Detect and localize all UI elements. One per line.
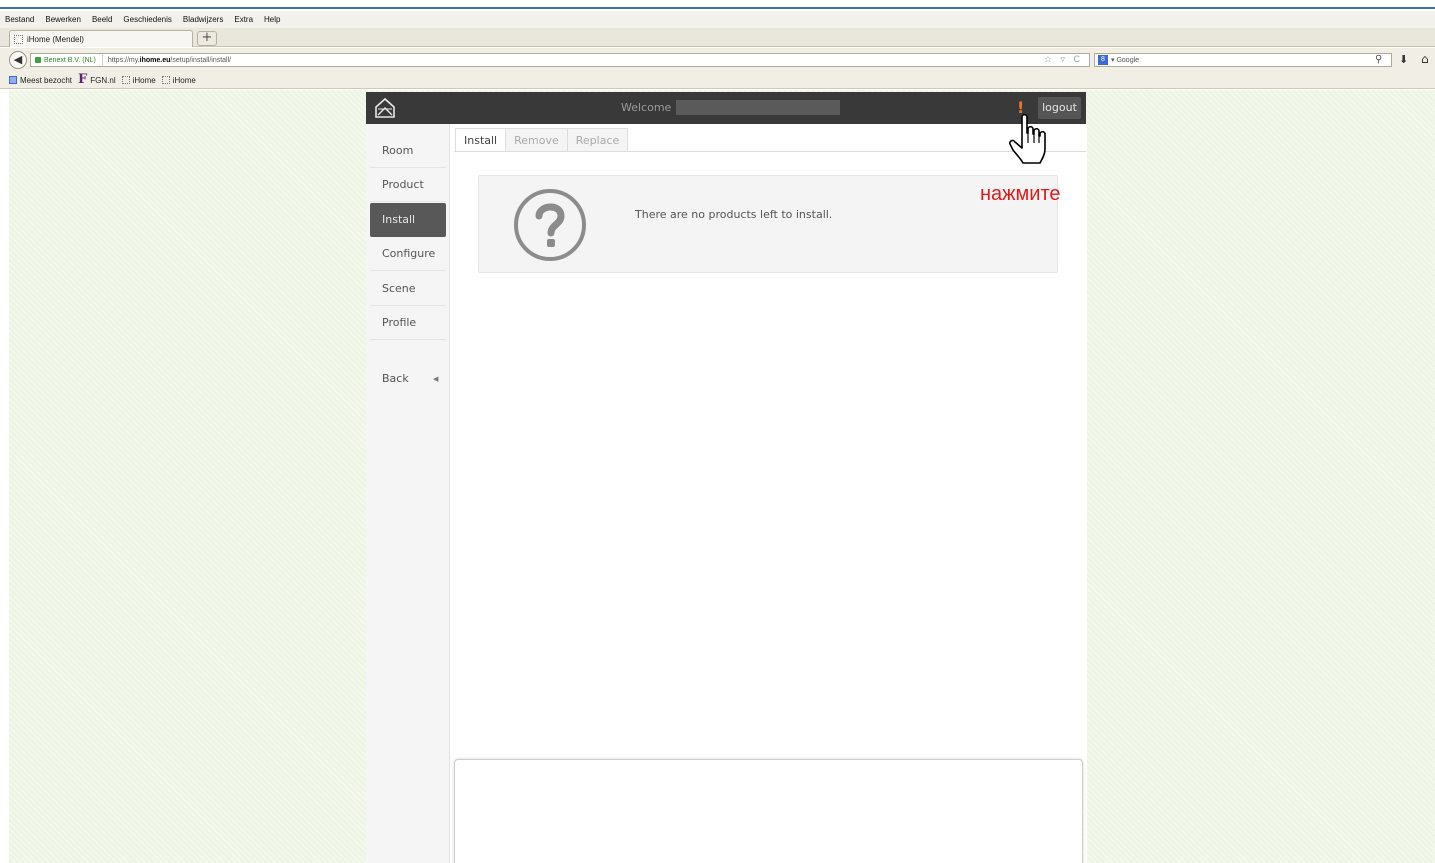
bookmark-fgn[interactable]: F FGN.nl (78, 72, 116, 87)
bookmark-folder-icon (9, 76, 17, 84)
menu-geschiedenis[interactable]: Geschiedenis (123, 15, 171, 24)
bookmark-star-reload-icons[interactable]: ☆ ▿ C (1044, 54, 1083, 65)
bottom-panel (454, 759, 1083, 863)
download-icon[interactable]: ⬇ (1399, 53, 1408, 66)
bookmark-label: iHome (132, 75, 156, 85)
lock-icon (35, 57, 41, 63)
menu-beeld[interactable]: Beeld (92, 15, 112, 24)
fgn-logo-icon: F (78, 72, 88, 87)
page-favicon-icon (14, 34, 23, 44)
sidebar-item-configure[interactable]: Configure (370, 237, 446, 271)
bookmark-meest-bezocht[interactable]: Meest bezocht (9, 76, 72, 85)
sidebar-back-button[interactable]: Back ◀ (370, 368, 446, 390)
menu-extra[interactable]: Extra (234, 15, 253, 24)
back-label: Back (382, 372, 409, 385)
address-separator (101, 55, 103, 65)
google-search-engine-icon[interactable]: 8 (1098, 55, 1108, 65)
browser-tab[interactable]: iHome (Mendel) (9, 30, 193, 47)
menu-bladwijzers[interactable]: Bladwijzers (183, 15, 223, 24)
content-tabs: Install Remove Replace (455, 128, 629, 152)
tab-strip: iHome (Mendel) + (0, 28, 1435, 47)
sidebar-item-scene[interactable]: Scene (370, 272, 446, 306)
menu-help[interactable]: Help (264, 15, 280, 24)
navigation-toolbar: ◀ Benext B.V. (NL) https://my.ihome.eu/s… (0, 48, 1435, 72)
bookmark-label: FGN.nl (90, 75, 116, 85)
url-path: /setup/install/install/ (170, 56, 232, 64)
url-host: ihome.eu (139, 56, 171, 64)
bookmark-ihome-1[interactable]: iHome (121, 75, 156, 85)
home-logo-icon[interactable] (374, 97, 396, 119)
tab-divider (454, 151, 1086, 152)
welcome-text: Welcome (621, 101, 672, 114)
empty-state-box: There are no products left to install. (478, 175, 1058, 273)
window-top-border (0, 0, 1435, 9)
annotation-text: нажмите (980, 183, 1061, 205)
sidebar-item-product[interactable]: Product (370, 168, 446, 202)
search-input[interactable]: 8 ▾ Google (1094, 53, 1392, 67)
username-redacted (676, 100, 840, 115)
hand-pointer-icon (1009, 113, 1046, 164)
back-arrow-icon[interactable]: ◀ (9, 51, 27, 69)
bookmark-page-icon (121, 76, 130, 84)
bookmark-page-icon (161, 76, 170, 84)
app-header: Welcome ! logout (366, 92, 1086, 124)
magnifier-icon[interactable]: ⚲ (1375, 54, 1382, 65)
empty-state-message: There are no products left to install. (635, 208, 833, 221)
sidebar-item-install[interactable]: Install (370, 203, 446, 237)
search-placeholder: ▾ Google (1111, 57, 1140, 64)
caret-left-icon: ◀ (433, 375, 439, 383)
menu-bar: Bestand Bewerken Beeld Geschiedenis Blad… (0, 11, 1435, 28)
sidebar-item-room[interactable]: Room (370, 134, 446, 168)
url-text: https://my.ihome.eu/setup/install/instal… (108, 57, 231, 64)
tab-remove[interactable]: Remove (505, 128, 568, 152)
bookmarks-toolbar: Meest bezocht F FGN.nl iHome iHome (0, 72, 1435, 89)
sidebar-item-profile[interactable]: Profile (370, 306, 446, 340)
url-prefix: https://my. (107, 56, 140, 64)
sidebar: Room Product Install Configure Scene Pro… (366, 124, 450, 863)
tab-replace[interactable]: Replace (566, 128, 629, 152)
address-bar[interactable]: Benext B.V. (NL) https://my.ihome.eu/set… (30, 53, 1090, 67)
site-identity[interactable]: Benext B.V. (NL) (44, 57, 96, 64)
new-tab-button[interactable]: + (197, 31, 217, 46)
browser-tab-title: iHome (Mendel) (27, 34, 84, 44)
question-mark-icon (514, 189, 586, 261)
search-placeholder-text: Google (1116, 57, 1140, 64)
tab-install[interactable]: Install (455, 128, 507, 152)
bookmark-label: iHome (172, 75, 196, 85)
home-icon[interactable]: ⌂ (1421, 52, 1429, 66)
bookmark-ihome-2[interactable]: iHome (161, 75, 196, 85)
bookmark-label: Meest bezocht (20, 75, 73, 85)
menu-bestand[interactable]: Bestand (5, 15, 34, 24)
menu-bewerken[interactable]: Bewerken (45, 15, 81, 24)
